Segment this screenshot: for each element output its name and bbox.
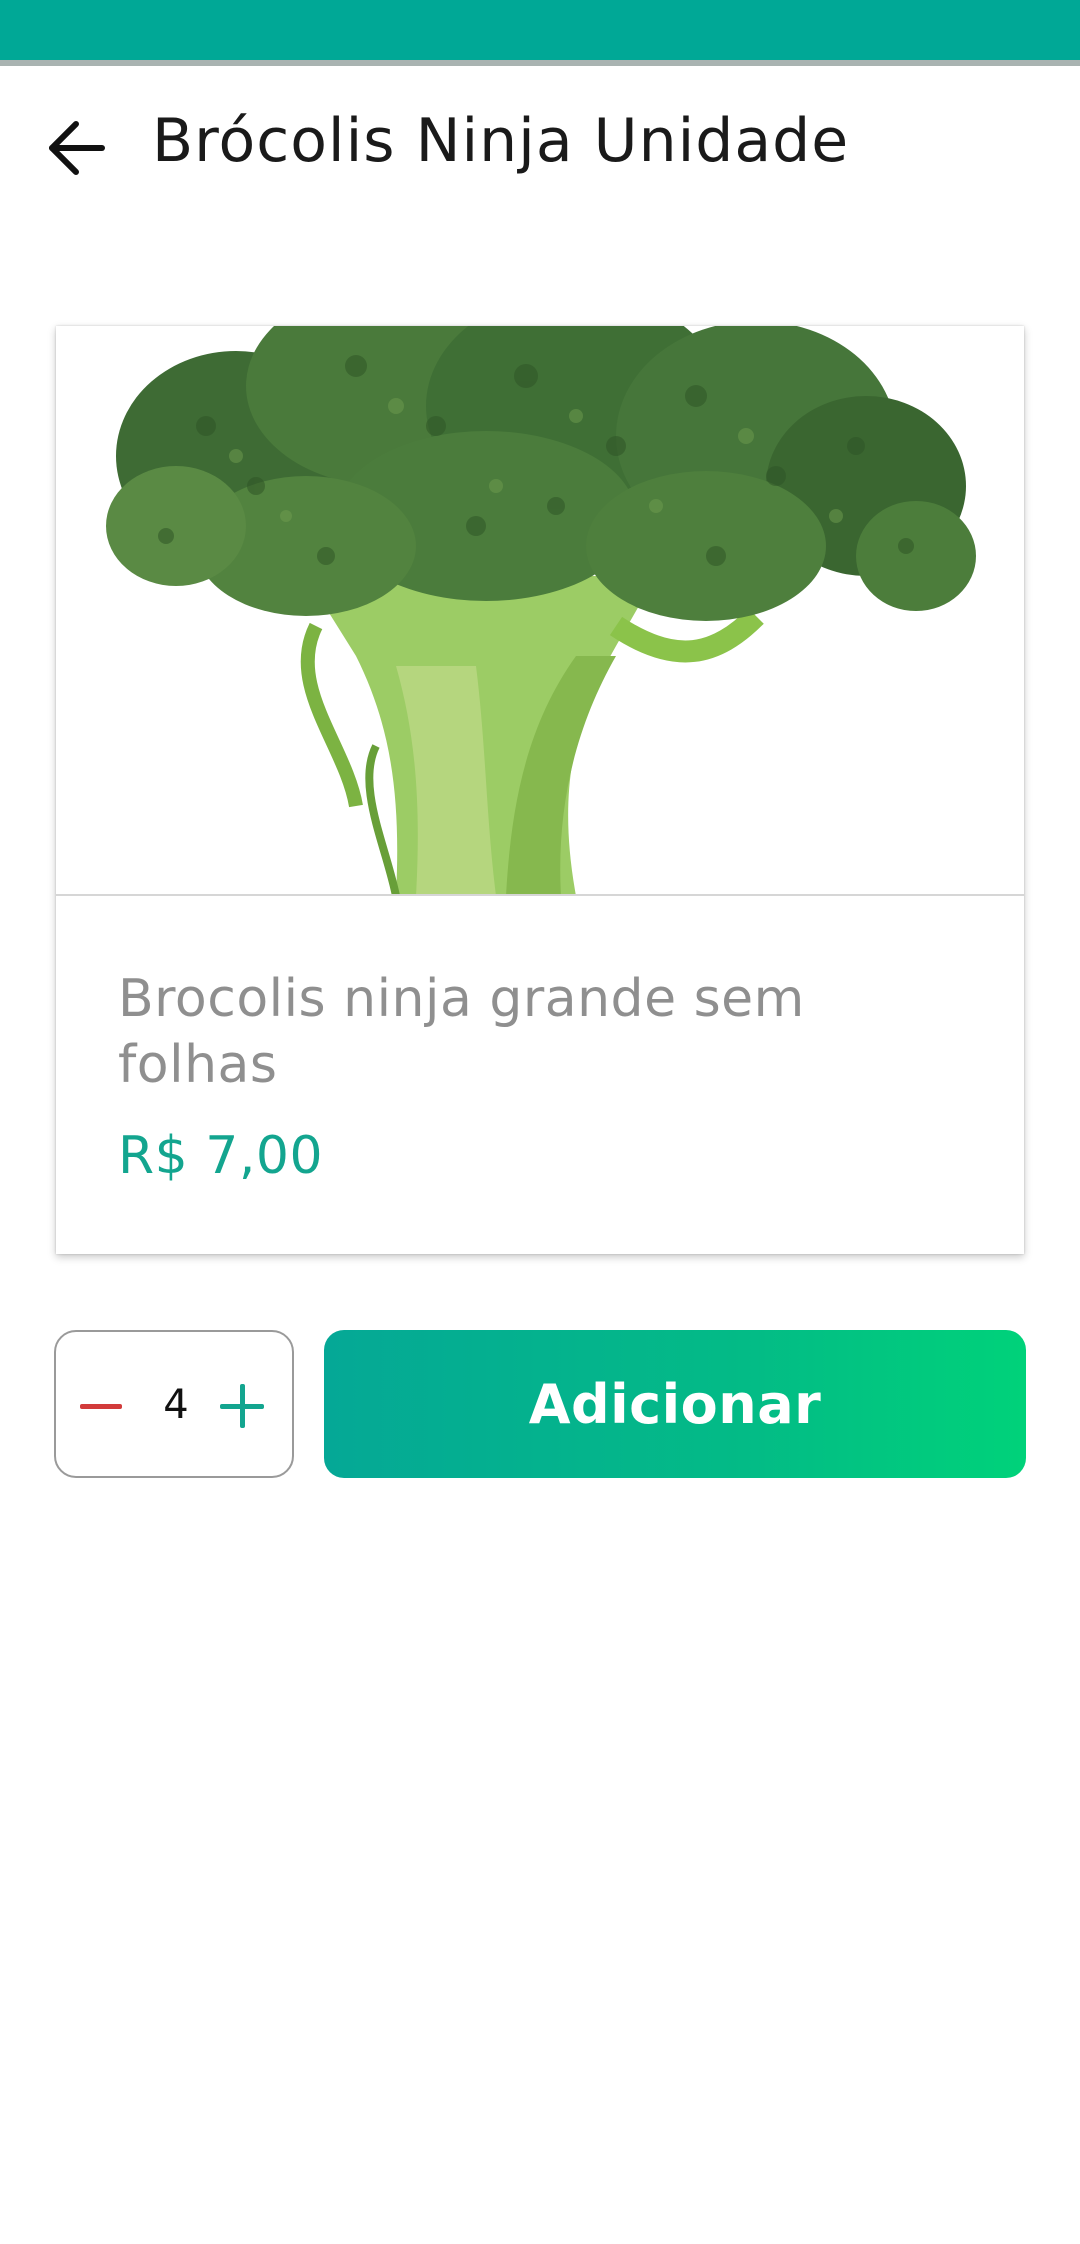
quantity-value: 4 — [163, 1382, 189, 1428]
back-button[interactable] — [36, 110, 116, 190]
product-card: Brocolis ninja grande sem folhas R$ 7,00 — [56, 326, 1024, 1254]
status-bar — [0, 0, 1080, 66]
add-button-label: Adicionar — [528, 1372, 822, 1436]
minus-icon[interactable] — [74, 1376, 134, 1436]
quantity-stepper: 4 — [54, 1330, 294, 1478]
add-to-cart-button[interactable]: Adicionar — [324, 1330, 1026, 1478]
app-header: Brócolis Ninja Unidade — [0, 66, 1080, 226]
product-image — [56, 326, 1024, 896]
product-description: Brocolis ninja grande sem folhas — [118, 969, 805, 1095]
page-title: Brócolis Ninja Unidade — [152, 106, 850, 176]
plus-icon[interactable] — [214, 1376, 274, 1436]
arrow-left-icon — [44, 116, 108, 184]
product-price: R$ 7,00 — [118, 1126, 324, 1186]
